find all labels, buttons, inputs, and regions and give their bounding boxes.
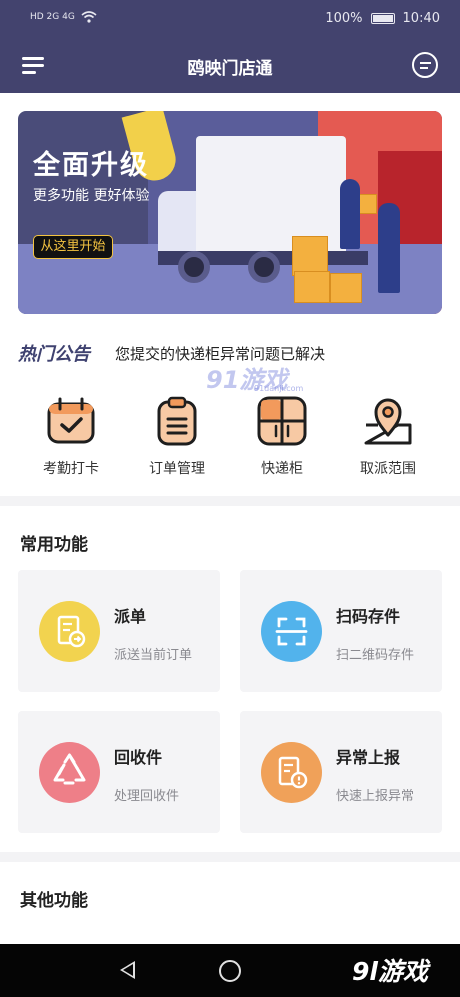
quick-label: 快递柜 (261, 461, 303, 477)
courier-figure (340, 179, 360, 249)
section-title-other: 其他功能 (20, 891, 88, 911)
battery-percent: 100% (325, 11, 363, 26)
locker-icon (256, 395, 308, 447)
section-title-common: 常用功能 (20, 535, 88, 555)
clock: 10:40 (402, 11, 440, 26)
scan-frame-icon (261, 601, 322, 662)
signal-text: HD 2G 4G (30, 12, 75, 22)
card-subtitle: 处理回收件 (114, 789, 180, 804)
page-title: 鸥映门店通 (187, 59, 273, 79)
app-header: HD 2G 4G 100% 10:40 鸥映门店通 (0, 0, 460, 93)
promo-banner[interactable]: 全面升级 更多功能 更好体验 从这里开始 (18, 111, 442, 314)
home-icon[interactable] (219, 960, 241, 982)
card-subtitle: 扫二维码存件 (336, 648, 415, 663)
courier-figure (378, 203, 400, 293)
back-icon[interactable] (120, 961, 135, 979)
card-dispatch[interactable]: 派单 派送当前订单 (18, 570, 220, 692)
watermark: 91游戏 91danji.com (206, 366, 304, 394)
status-right: 100% 10:40 (325, 11, 440, 26)
wifi-icon (81, 11, 97, 23)
quick-locker[interactable]: 快递柜 (232, 395, 332, 478)
banner-subtitle: 更多功能 更好体验 (33, 188, 150, 204)
quick-delivery-range[interactable]: 取派范围 (338, 395, 438, 478)
message-bubble-icon[interactable] (412, 52, 438, 78)
parcel-box (330, 273, 362, 303)
card-title: 异常上报 (336, 748, 401, 767)
section-divider (0, 496, 460, 506)
watermark-logo: 9l游戏 (352, 957, 428, 986)
card-subtitle: 派送当前订单 (114, 648, 193, 663)
quick-label: 订单管理 (149, 461, 205, 477)
notice-tag: 热门公告 (18, 344, 90, 365)
truck-wheel (248, 251, 280, 283)
system-nav-bar: 9l游戏 (0, 944, 460, 997)
calendar-check-icon (45, 395, 97, 447)
quick-attendance[interactable]: 考勤打卡 (21, 395, 121, 478)
nav-bar: 鸥映门店通 (0, 40, 460, 93)
truck-wheel (178, 251, 210, 283)
quick-label: 考勤打卡 (43, 461, 99, 477)
card-recycle[interactable]: 回收件 处理回收件 (18, 711, 220, 833)
status-bar: HD 2G 4G 100% 10:40 (0, 0, 460, 40)
card-title: 派单 (114, 607, 147, 626)
banner-title: 全面升级 (33, 150, 149, 181)
quick-orders[interactable]: 订单管理 (127, 395, 227, 478)
card-scan-store[interactable]: 扫码存件 扫二维码存件 (240, 570, 442, 692)
quick-label: 取派范围 (360, 461, 416, 477)
clipboard-list-icon (151, 395, 203, 447)
parcel-box (294, 271, 330, 303)
banner-start-button[interactable]: 从这里开始 (33, 235, 113, 259)
card-title: 回收件 (114, 748, 163, 767)
map-pin-icon (362, 395, 414, 447)
card-exception-report[interactable]: 异常上报 快速上报异常 (240, 711, 442, 833)
exception-report-icon (261, 742, 322, 803)
parcel-box (292, 236, 328, 276)
signal-indicators: HD 2G 4G (30, 11, 97, 23)
recycle-icon (39, 742, 100, 803)
dispatch-doc-icon (39, 601, 100, 662)
card-subtitle: 快速上报异常 (336, 789, 415, 804)
card-title: 扫码存件 (336, 607, 401, 626)
battery-icon (370, 13, 395, 24)
section-divider (0, 852, 460, 862)
